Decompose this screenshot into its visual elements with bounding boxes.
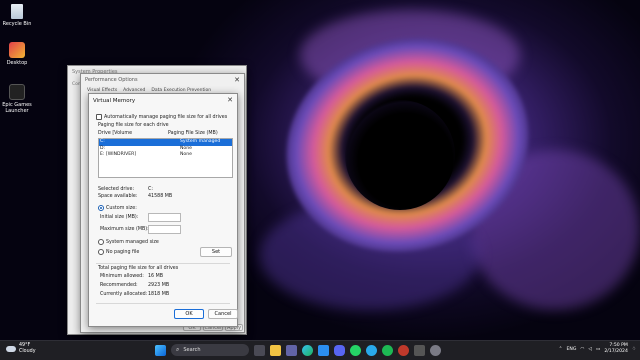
whatsapp-icon[interactable] <box>350 344 361 356</box>
drive-letter: E: [WINDRIVER] <box>100 152 137 157</box>
settings-icon[interactable] <box>430 344 441 356</box>
total-group-label: Total paging file size for all drives <box>98 266 179 271</box>
column-header-size: Paging File Size (MB) <box>168 131 218 136</box>
clock[interactable]: 7:50 PM 2/17/2024 <box>604 343 628 355</box>
space-available-label: Space available: <box>98 194 138 199</box>
group-label: Paging file size for each drive <box>98 123 169 128</box>
custom-size-option[interactable]: Custom size: <box>98 205 137 211</box>
space-available-value: 41588 MB <box>148 194 173 199</box>
maximum-size-label: Maximum size (MB): <box>100 227 149 232</box>
desktop-icon-label: Epic Games Launcher <box>2 102 32 114</box>
desktop-icon-label: Recycle Bin <box>2 21 32 27</box>
auto-manage-checkbox[interactable] <box>96 114 102 120</box>
virtual-memory-body: Automatically manage paging file size fo… <box>96 111 238 326</box>
battery-icon[interactable]: ▭ <box>596 347 600 352</box>
taskbar-apps: ⌕ Search <box>155 344 441 356</box>
set-button[interactable]: Set <box>200 247 232 257</box>
virtual-memory-titlebar[interactable]: Virtual Memory ✕ <box>89 94 237 107</box>
weather-condition: Cloudy <box>19 349 36 354</box>
discord-icon[interactable] <box>334 344 345 356</box>
drive-row[interactable]: E: [WINDRIVER] None <box>99 152 232 159</box>
window-title: Performance Options <box>85 77 138 83</box>
window-title: Virtual Memory <box>93 97 136 104</box>
minimum-label: Minimum allowed: <box>100 274 144 279</box>
desktop-icon-recycle-bin[interactable]: Recycle Bin <box>0 4 34 27</box>
black-hole <box>345 100 455 210</box>
current-label: Currently allocated: <box>100 292 148 297</box>
maximum-size-input[interactable] <box>148 225 181 234</box>
search-placeholder: Search <box>183 347 201 353</box>
no-paging-radio[interactable] <box>98 249 104 255</box>
cloud-icon <box>6 346 16 352</box>
volume-icon[interactable]: ◁ <box>588 347 592 352</box>
teams-icon[interactable] <box>286 344 297 356</box>
custom-size-label: Custom size: <box>106 205 137 211</box>
system-managed-radio[interactable] <box>98 239 104 245</box>
chevron-up-icon[interactable]: ⌃ <box>559 347 563 352</box>
search-icon: ⌕ <box>176 346 180 353</box>
desktop-icon-epic-games[interactable]: Epic Games Launcher <box>0 84 34 114</box>
initial-size-label: Initial size (MB): <box>100 215 139 220</box>
date: 2/17/2024 <box>604 349 628 354</box>
current-value: 1818 MB <box>148 292 170 297</box>
minimum-value: 16 MB <box>148 274 164 279</box>
system-managed-label: System managed size <box>106 239 159 245</box>
taskbar: 49°F Cloudy ⌕ Search ⌃ ENG ◠ ◁ ▭ 7:50 PM… <box>0 340 640 360</box>
weather-widget[interactable]: 49°F Cloudy <box>6 343 36 355</box>
epic-games-icon <box>9 84 25 100</box>
system-managed-option[interactable]: System managed size <box>98 239 159 245</box>
app-icon[interactable] <box>398 344 409 356</box>
file-explorer-icon[interactable] <box>270 344 281 356</box>
custom-size-radio[interactable] <box>98 205 104 211</box>
wifi-icon[interactable]: ◠ <box>580 347 584 352</box>
spotify-icon[interactable] <box>382 344 393 356</box>
initial-size-input[interactable] <box>148 213 181 222</box>
virtual-memory-dialog[interactable]: Virtual Memory ✕ Automatically manage pa… <box>88 93 238 327</box>
performance-options-titlebar[interactable]: Performance Options ✕ <box>81 74 244 86</box>
folder-app-icon <box>9 42 25 58</box>
store-icon[interactable] <box>318 344 329 356</box>
bell-icon[interactable]: ♢ <box>632 347 636 352</box>
divider <box>96 263 230 264</box>
recommended-label: Recommended: <box>100 283 138 288</box>
no-paging-label: No paging file <box>106 249 140 255</box>
auto-manage-row[interactable]: Automatically manage paging file size fo… <box>96 114 227 120</box>
start-icon[interactable] <box>155 344 166 356</box>
paging-file-group: Paging file size for each drive Drive [V… <box>96 123 236 261</box>
column-header-drive: Drive [Volume <box>98 131 133 136</box>
auto-manage-label: Automatically manage paging file size fo… <box>104 114 228 120</box>
recommended-value: 2923 MB <box>148 283 170 288</box>
no-paging-option[interactable]: No paging file <box>98 249 139 255</box>
edge-icon[interactable] <box>302 344 313 356</box>
system-tray: ⌃ ENG ◠ ◁ ▭ 7:50 PM 2/17/2024 ♢ <box>559 343 636 355</box>
task-view-icon[interactable] <box>254 344 265 356</box>
selected-drive-label: Selected drive: <box>98 187 135 192</box>
telegram-icon[interactable] <box>366 344 377 356</box>
cancel-button[interactable]: Cancel <box>208 309 238 319</box>
drive-list[interactable]: C: System managed D: None E: [WINDRIVER]… <box>98 138 233 178</box>
close-icon[interactable]: ✕ <box>234 76 240 84</box>
desktop-icon-label: Desktop <box>6 60 28 66</box>
close-icon[interactable]: ✕ <box>227 97 233 104</box>
language-indicator[interactable]: ENG <box>567 347 577 352</box>
search-box[interactable]: ⌕ Search <box>171 344 249 356</box>
drive-size: None <box>180 152 192 157</box>
ok-button[interactable]: OK <box>174 309 204 319</box>
desktop-icon-desktop[interactable]: Desktop <box>0 42 34 66</box>
selected-drive-value: C: <box>148 187 153 192</box>
divider <box>96 303 230 304</box>
app-icon[interactable] <box>414 344 425 356</box>
recycle-bin-icon <box>11 4 23 19</box>
